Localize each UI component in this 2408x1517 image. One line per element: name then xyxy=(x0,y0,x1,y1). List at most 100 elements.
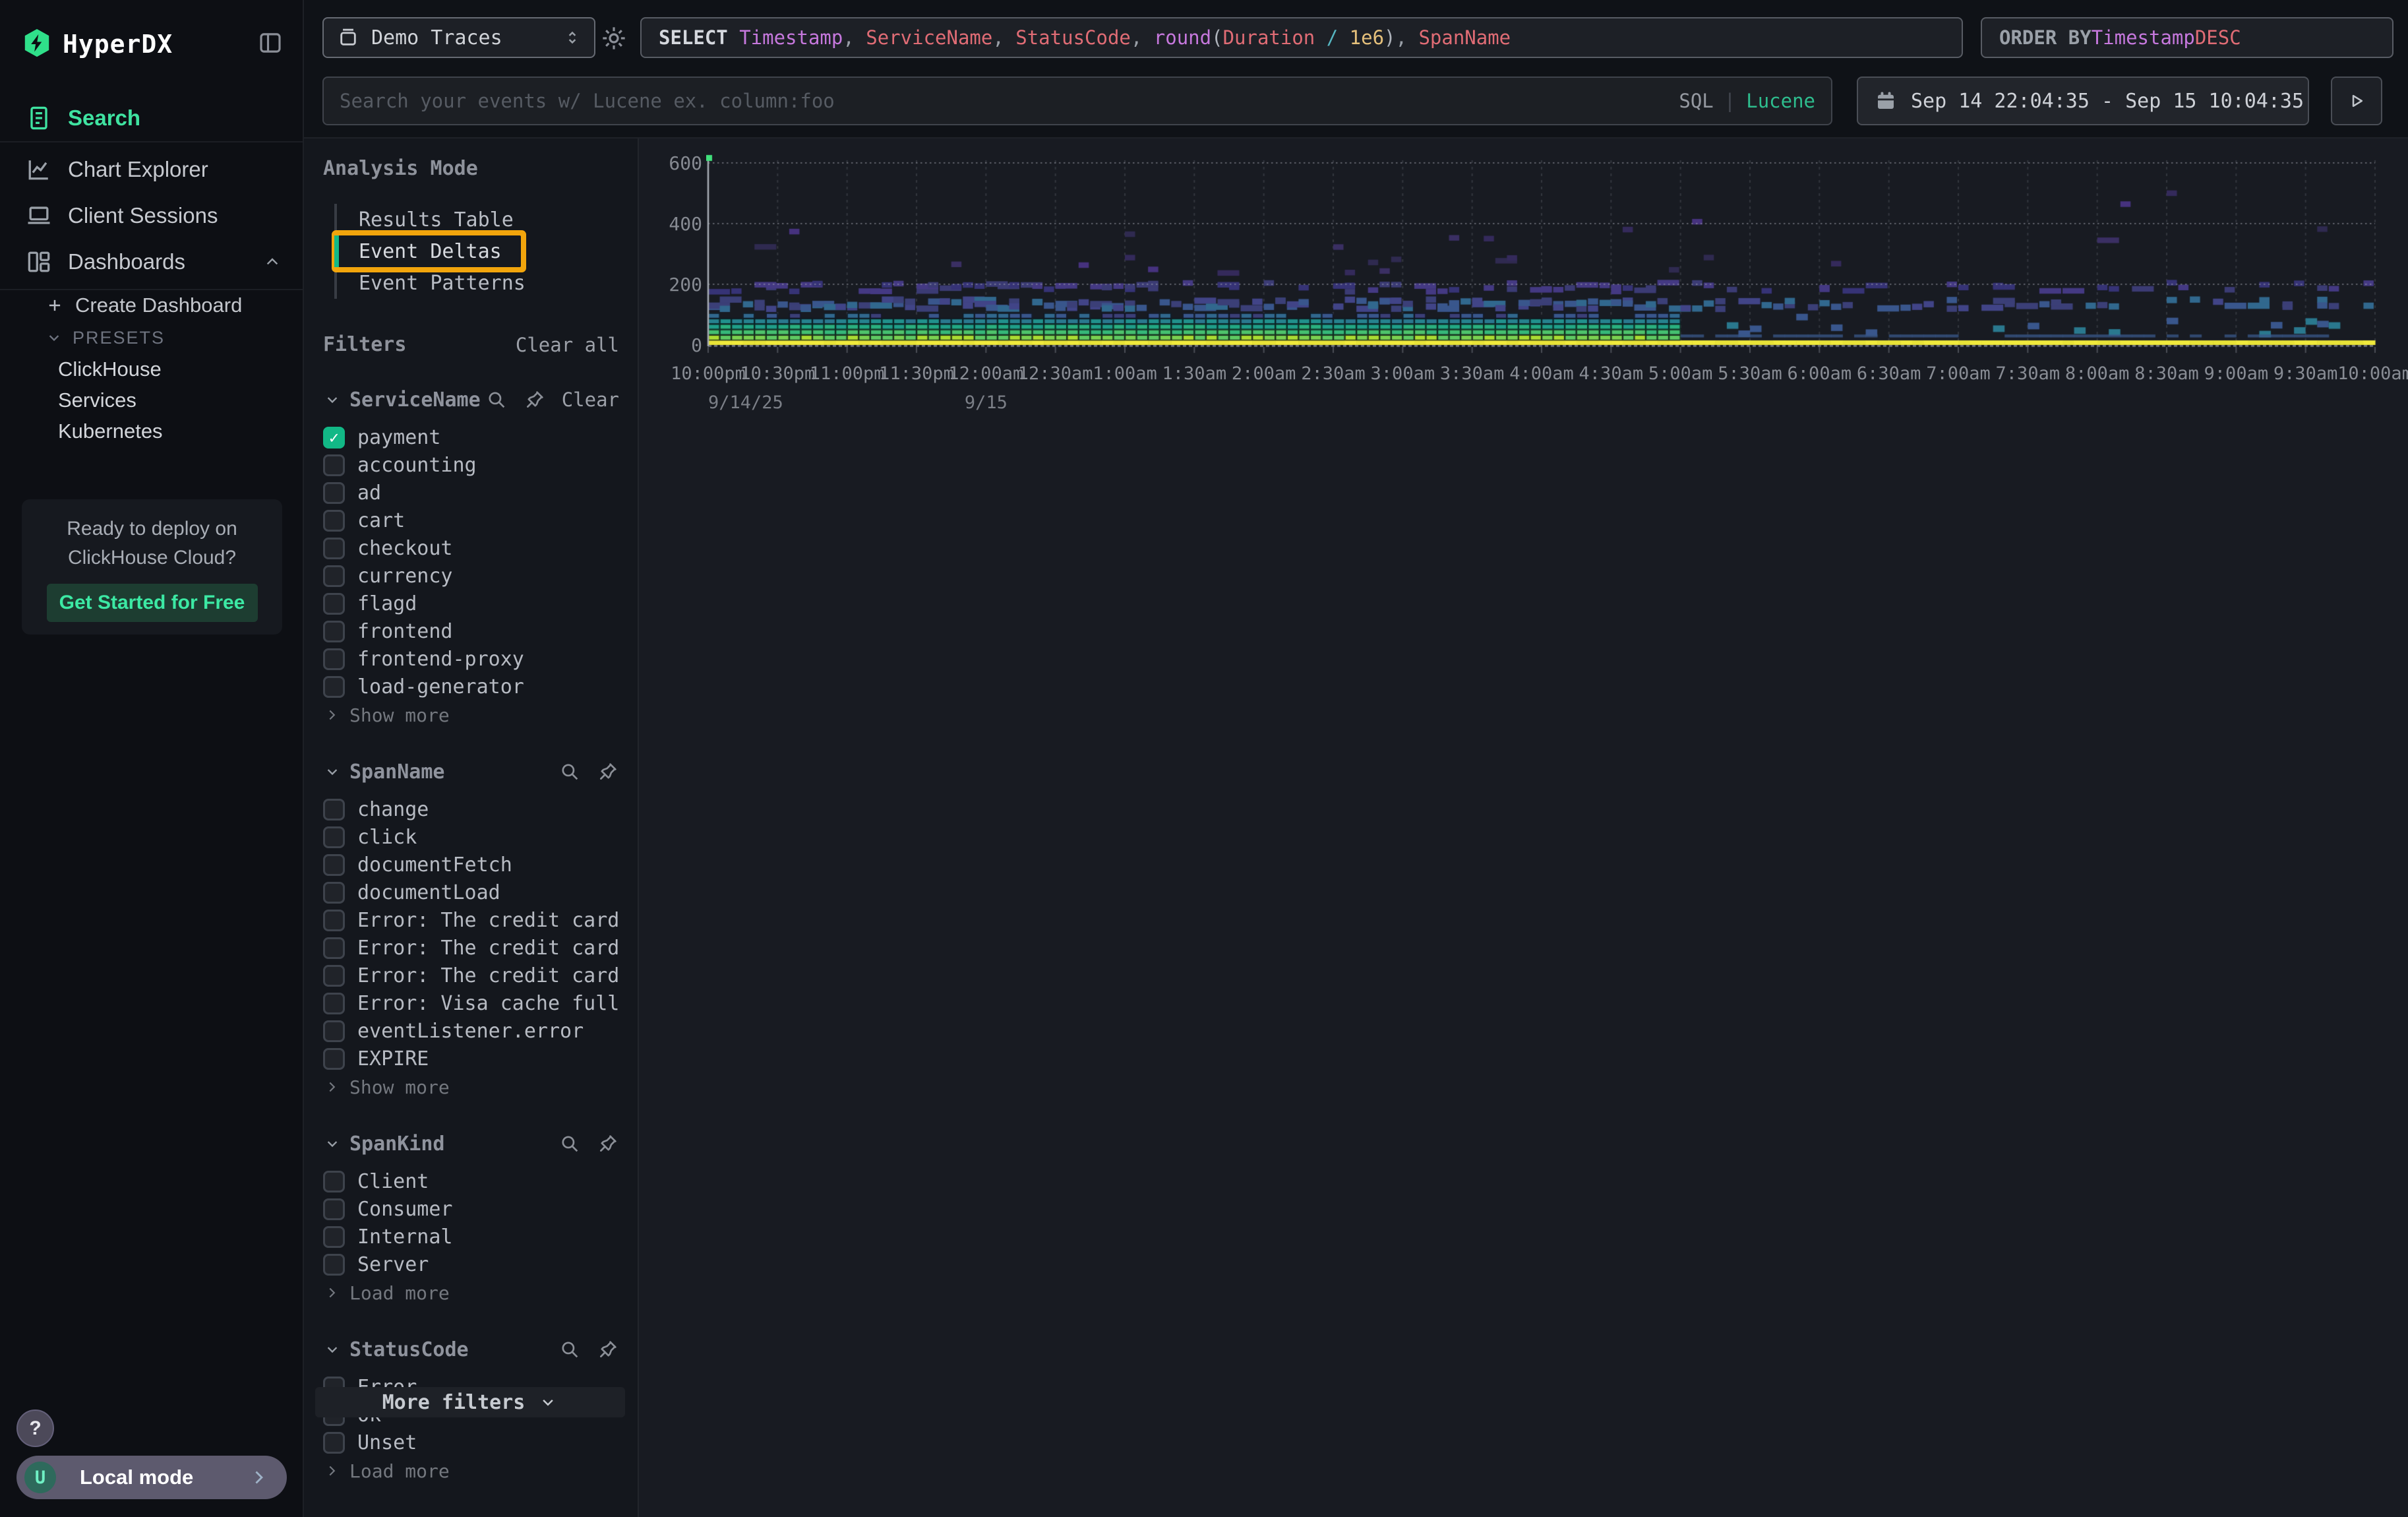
checkbox[interactable] xyxy=(323,1226,345,1248)
order-by-editor[interactable]: ORDER BY Timestamp DESC xyxy=(1981,17,2393,58)
pin-icon[interactable] xyxy=(597,1338,619,1361)
filter-group-more-button[interactable]: Show more xyxy=(323,702,619,728)
gear-icon[interactable] xyxy=(601,25,627,51)
filter-option-load-generator[interactable]: load-generator xyxy=(323,673,619,700)
filter-option-documentfetch[interactable]: documentFetch xyxy=(323,851,619,879)
user-menu[interactable]: U Local mode xyxy=(16,1456,287,1499)
data-source-select[interactable]: Demo Traces xyxy=(322,17,595,58)
more-filters-button[interactable]: More filters xyxy=(315,1387,625,1417)
filter-option-expire[interactable]: EXPIRE xyxy=(323,1045,619,1072)
checkbox[interactable] xyxy=(323,510,345,532)
checkbox[interactable] xyxy=(323,454,345,476)
search-icon[interactable] xyxy=(558,1338,581,1361)
search-icon[interactable] xyxy=(558,760,581,783)
filter-option-consumer[interactable]: Consumer xyxy=(323,1195,619,1223)
select-clause-editor[interactable]: SELECT Timestamp, ServiceName, StatusCod… xyxy=(640,17,1963,58)
checkbox[interactable] xyxy=(323,565,345,587)
filter-group-more-button[interactable]: Load more xyxy=(323,1280,619,1306)
filter-group-name: SpanName xyxy=(349,760,445,784)
checkbox[interactable] xyxy=(323,1171,345,1192)
preset-dashboard-clickhouse[interactable]: ClickHouse xyxy=(0,354,303,385)
checkbox[interactable] xyxy=(323,826,345,848)
filter-group-header-spankind[interactable]: SpanKind xyxy=(323,1129,619,1158)
run-query-button[interactable] xyxy=(2331,77,2382,125)
filter-group-header-servicename[interactable]: ServiceNameClear xyxy=(323,385,619,414)
pin-icon[interactable] xyxy=(597,760,619,783)
checkbox[interactable] xyxy=(323,538,345,559)
filter-option-currency[interactable]: currency xyxy=(323,562,619,590)
sql-token: , xyxy=(1131,26,1154,49)
analysis-mode-results-table[interactable]: Results Table xyxy=(337,204,619,235)
sql-toggle[interactable]: SQL xyxy=(1679,90,1713,112)
checkbox[interactable] xyxy=(323,854,345,876)
search-icon[interactable] xyxy=(485,388,508,411)
checkbox[interactable] xyxy=(323,593,345,615)
checkbox[interactable] xyxy=(323,482,345,504)
checkbox[interactable] xyxy=(323,676,345,698)
filter-option-eventlistener-error[interactable]: eventListener.error xyxy=(323,1017,619,1045)
search-input[interactable] xyxy=(340,90,1679,112)
get-started-button[interactable]: Get Started for Free xyxy=(47,584,258,622)
checkbox[interactable] xyxy=(323,937,345,959)
analysis-mode-event-patterns[interactable]: Event Patterns xyxy=(337,267,619,299)
filter-option-frontend-proxy[interactable]: frontend-proxy xyxy=(323,645,619,673)
filter-option-error-the-credit-card[interactable]: Error: The credit card (… xyxy=(323,962,619,989)
checkbox[interactable] xyxy=(323,1020,345,1042)
checkbox[interactable] xyxy=(323,1432,345,1454)
checkbox[interactable] xyxy=(323,648,345,670)
filter-option-checkout[interactable]: checkout xyxy=(323,534,619,562)
checkbox[interactable] xyxy=(323,1048,345,1070)
filter-option-error-the-credit-card[interactable]: Error: The credit card (… xyxy=(323,906,619,934)
filter-option-change[interactable]: change xyxy=(323,795,619,823)
filter-option-cart[interactable]: cart xyxy=(323,507,619,534)
clear-all-button[interactable]: Clear all xyxy=(516,334,619,356)
filter-option-ad[interactable]: ad xyxy=(323,479,619,507)
checkbox[interactable] xyxy=(323,910,345,931)
presets-toggle[interactable]: PRESETS xyxy=(0,322,303,354)
filter-option-error-visa-cache-full[interactable]: Error: Visa cache full: … xyxy=(323,989,619,1017)
checkbox[interactable] xyxy=(323,799,345,820)
filter-option-unset[interactable]: Unset xyxy=(323,1429,619,1456)
filter-group-clear-button[interactable]: Clear xyxy=(562,388,619,411)
checkbox[interactable] xyxy=(323,882,345,904)
filter-group-header-spanname[interactable]: SpanName xyxy=(323,757,619,786)
duration-heatmap-chart: 020040060010:00pm10:30pm11:00pm11:30pm12… xyxy=(639,139,2408,449)
create-dashboard-button[interactable]: Create Dashboard xyxy=(0,289,303,322)
sidebar-item-dashboards[interactable]: Dashboards xyxy=(0,239,303,285)
preset-dashboard-kubernetes[interactable]: Kubernetes xyxy=(0,416,303,447)
filter-group-more-button[interactable]: Show more xyxy=(323,1074,619,1100)
checkbox[interactable] xyxy=(323,427,345,449)
filter-option-error-the-credit-card[interactable]: Error: The credit card (… xyxy=(323,934,619,962)
filter-group-items: changeclickdocumentFetchdocumentLoadErro… xyxy=(323,795,619,1072)
filter-option-accounting[interactable]: accounting xyxy=(323,451,619,479)
filter-option-internal[interactable]: Internal xyxy=(323,1223,619,1251)
checkbox[interactable] xyxy=(323,1198,345,1220)
lucene-toggle[interactable]: Lucene xyxy=(1746,90,1815,112)
sidebar-collapse-icon[interactable] xyxy=(256,29,284,57)
preset-dashboard-services[interactable]: Services xyxy=(0,385,303,416)
filter-option-click[interactable]: click xyxy=(323,823,619,851)
checkbox[interactable] xyxy=(323,965,345,987)
filter-option-client[interactable]: Client xyxy=(323,1167,619,1195)
filter-option-documentload[interactable]: documentLoad xyxy=(323,879,619,906)
checkbox[interactable] xyxy=(323,621,345,642)
pin-icon[interactable] xyxy=(524,388,546,411)
filter-group-header-statuscode[interactable]: StatusCode xyxy=(323,1335,619,1364)
sidebar-item-chart-explorer[interactable]: Chart Explorer xyxy=(0,146,303,193)
checkbox[interactable] xyxy=(323,993,345,1014)
filter-group-more-button[interactable]: Load more xyxy=(323,1458,619,1484)
filter-option-flagd[interactable]: flagd xyxy=(323,590,619,617)
checkbox[interactable] xyxy=(323,1254,345,1276)
search-icon[interactable] xyxy=(558,1132,581,1155)
analysis-mode-event-deltas[interactable]: Event Deltas xyxy=(337,235,521,267)
sidebar-item-client-sessions[interactable]: Client Sessions xyxy=(0,193,303,239)
filter-option-frontend[interactable]: frontend xyxy=(323,617,619,645)
time-range-picker[interactable]: Sep 14 22:04:35 - Sep 15 10:04:35 xyxy=(1857,77,2309,125)
sidebar-item-search[interactable]: Search xyxy=(0,95,303,141)
filter-option-label: documentFetch xyxy=(357,853,512,877)
filter-option-server[interactable]: Server xyxy=(323,1251,619,1278)
filter-option-payment[interactable]: payment xyxy=(323,423,619,451)
help-button[interactable]: ? xyxy=(16,1409,54,1447)
pin-icon[interactable] xyxy=(597,1132,619,1155)
heatmap-canvas[interactable] xyxy=(706,154,2381,354)
